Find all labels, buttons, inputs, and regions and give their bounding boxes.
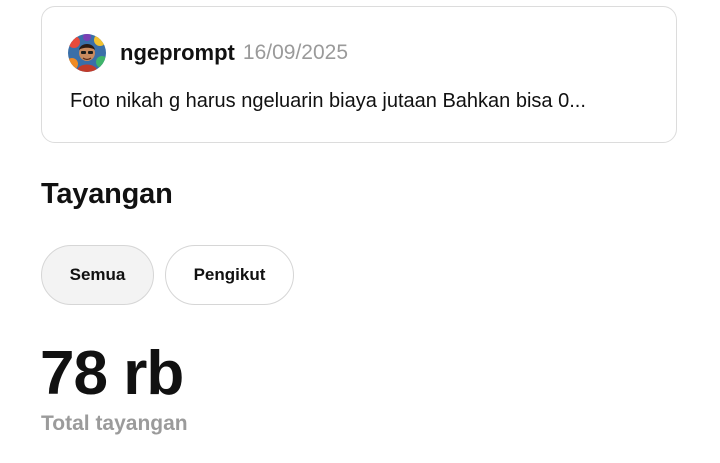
post-author[interactable]: ngeprompt	[120, 40, 235, 66]
avatar	[68, 34, 106, 72]
avatar-illustration-icon	[68, 34, 106, 72]
filter-chip-followers[interactable]: Pengikut	[165, 245, 294, 305]
total-views-value: 78 rb	[40, 339, 184, 408]
insights-page: ngeprompt 16/09/2025 Foto nikah g harus …	[0, 0, 720, 463]
total-views-label: Total tayangan	[41, 412, 188, 435]
filter-chip-all[interactable]: Semua	[41, 245, 154, 305]
post-card[interactable]: ngeprompt 16/09/2025 Foto nikah g harus …	[41, 6, 677, 143]
post-header: ngeprompt 16/09/2025	[68, 33, 348, 73]
section-title: Tayangan	[41, 178, 173, 210]
post-caption: Foto nikah g harus ngeluarin biaya jutaa…	[70, 90, 586, 112]
post-date: 16/09/2025	[242, 41, 348, 64]
